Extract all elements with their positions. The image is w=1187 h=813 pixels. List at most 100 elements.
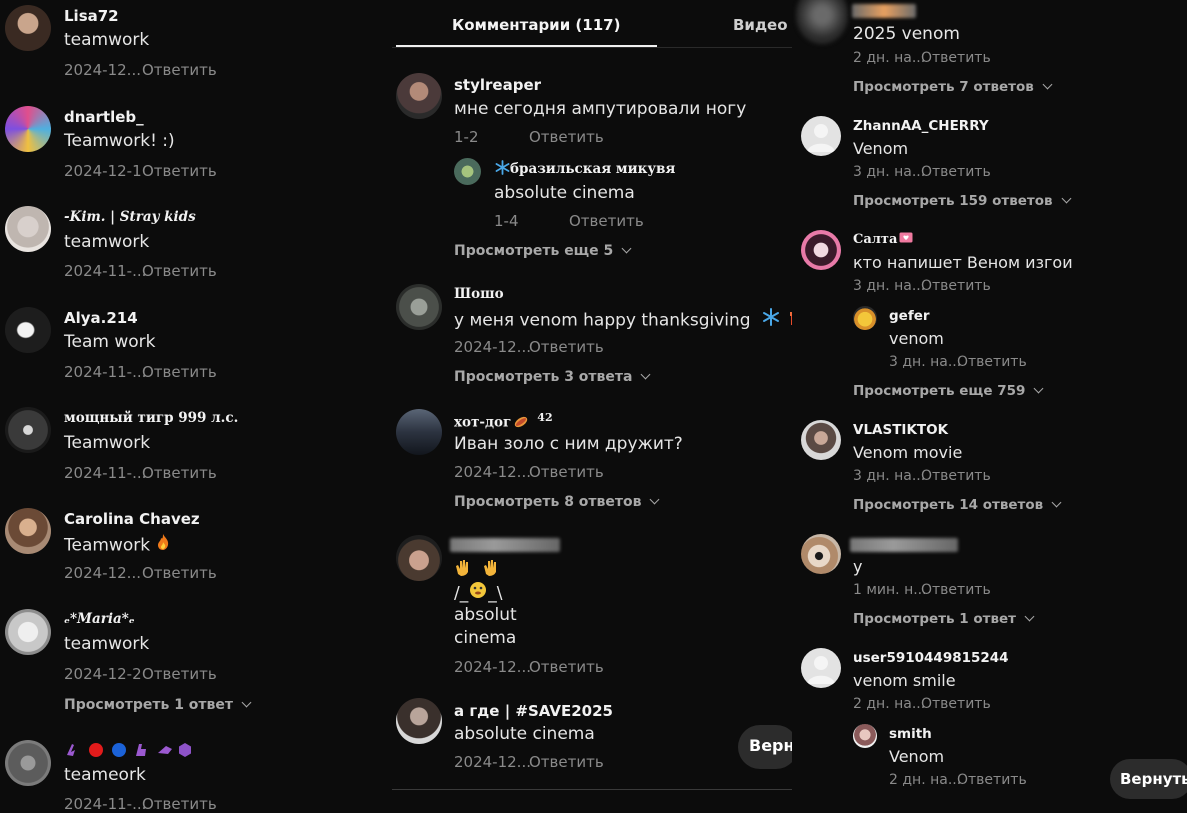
username[interactable]: Шошо: [454, 286, 504, 302]
comment-date: 3 дн. на...: [853, 278, 926, 294]
reply-button[interactable]: Ответить: [957, 772, 1027, 788]
tab-comments[interactable]: Комментарии (117): [452, 16, 620, 34]
comment-text: у меня venom happy thanksgiving: [454, 308, 792, 333]
username[interactable]: VLASTIKTOK: [853, 422, 948, 438]
username[interactable]: Салта: [853, 232, 913, 247]
comment-text: Venom movie: [853, 443, 963, 462]
reply-button[interactable]: Ответить: [957, 354, 1027, 370]
username[interactable]: ₑ*𝑴𝒂𝒓𝒊𝒂*ₑ: [64, 611, 135, 627]
emoji-username-icon: [67, 743, 191, 757]
avatar[interactable]: [801, 420, 841, 460]
view-replies-button[interactable]: Просмотреть 1 ответ: [853, 611, 1035, 627]
comment-date: 2024-12-1: [64, 162, 142, 180]
view-replies-label: Просмотреть 1 ответ: [64, 697, 234, 713]
reply-button[interactable]: Ответить: [142, 61, 217, 79]
username-text: Салта: [853, 232, 898, 247]
username[interactable]: Carolina Chavez: [64, 510, 200, 528]
username[interactable]: Lisa72: [64, 7, 119, 25]
view-more-replies-button[interactable]: Просмотреть еще 5: [454, 243, 632, 259]
avatar[interactable]: [396, 284, 442, 330]
reply-button[interactable]: Ответить: [529, 128, 604, 146]
hotdog-icon: [513, 414, 529, 432]
avatar[interactable]: [5, 508, 51, 554]
avatar[interactable]: [801, 116, 841, 156]
username[interactable]: smith: [889, 726, 932, 742]
avatar[interactable]: [5, 106, 51, 152]
reply-button[interactable]: Ответить: [529, 658, 604, 676]
avatar[interactable]: [853, 306, 877, 330]
reply-button[interactable]: Ответить: [142, 262, 217, 280]
avatar[interactable]: [5, 307, 51, 353]
username[interactable]: gefer: [889, 308, 930, 324]
reply-button[interactable]: Ответить: [529, 753, 604, 771]
reply-button[interactable]: Ответить: [921, 582, 991, 598]
comment-date: 2024-12...: [454, 338, 531, 356]
comment-text: venom: [889, 329, 944, 348]
avatar[interactable]: [5, 407, 51, 453]
reply-button[interactable]: Ответить: [921, 164, 991, 180]
reply-button[interactable]: Ответить: [142, 162, 217, 180]
avatar[interactable]: [796, 0, 848, 44]
reply-button[interactable]: Ответить: [921, 50, 991, 66]
reply-button[interactable]: Ответить: [921, 696, 991, 712]
reply-button[interactable]: Ответить: [142, 665, 217, 683]
username[interactable]: бразильская микувя: [495, 160, 675, 179]
snowflake-icon: [762, 308, 780, 333]
username[interactable]: мощный тигр 999 л.с.: [64, 410, 238, 426]
username[interactable]: user5910449815244: [853, 650, 1009, 666]
username[interactable]: stylreaper: [454, 76, 541, 94]
username[interactable]: а где | #SAVE2025: [454, 702, 613, 720]
view-replies-button[interactable]: Просмотреть 7 ответов: [853, 79, 1053, 95]
avatar[interactable]: [454, 158, 481, 185]
username[interactable]: Alya.214: [64, 309, 138, 327]
reply-button[interactable]: Ответить: [569, 212, 644, 230]
view-replies-button[interactable]: Просмотреть 1 ответ: [64, 697, 252, 713]
avatar[interactable]: [5, 609, 51, 655]
username[interactable]: хот-дог 42: [454, 411, 553, 432]
view-replies-button[interactable]: Просмотреть 8 ответов: [454, 494, 660, 510]
reply-button[interactable]: Ответить: [529, 463, 604, 481]
comment-date: 1-2: [454, 128, 479, 146]
reply-button[interactable]: Ответить: [142, 795, 217, 813]
comment-date: 2024-12-2: [64, 665, 142, 683]
reply-button[interactable]: Ответить: [142, 363, 217, 381]
avatar[interactable]: [801, 534, 841, 574]
avatar[interactable]: [396, 698, 442, 744]
username[interactable]: -𝑲𝒊𝒎. | 𝑺𝒕𝒓𝒂𝒚 𝒌𝒊𝒅𝒔: [64, 209, 196, 225]
username[interactable]: ZhannAA_CHERRY: [853, 118, 989, 134]
avatar[interactable]: [396, 535, 442, 581]
chevron-down-icon: [1024, 611, 1035, 622]
reply-button[interactable]: Ответить: [142, 564, 217, 582]
reply-button[interactable]: Ответить: [529, 338, 604, 356]
avatar[interactable]: [396, 73, 442, 119]
tab-videos[interactable]: Видео а: [733, 16, 792, 34]
active-tab-indicator: [396, 45, 657, 47]
view-replies-button[interactable]: Просмотреть 159 ответов: [853, 193, 1072, 209]
avatar[interactable]: [5, 5, 51, 51]
return-button[interactable]: Верн: [738, 725, 792, 769]
avatar[interactable]: [396, 409, 442, 455]
reply-button[interactable]: Ответить: [921, 468, 991, 484]
avatar[interactable]: [801, 648, 841, 688]
comment-text: мне сегодня ампутировали ногу: [454, 99, 747, 119]
username[interactable]: dnartleb_: [64, 108, 144, 126]
avatar[interactable]: [801, 230, 841, 270]
comment-date: 3 дн. на...: [853, 468, 926, 484]
avatar[interactable]: [5, 740, 51, 786]
avatar[interactable]: [5, 206, 51, 252]
view-replies-button[interactable]: Просмотреть 14 ответов: [853, 497, 1062, 513]
reply-button[interactable]: Ответить: [142, 464, 217, 482]
comment-date: 2 дн. на...: [853, 696, 926, 712]
reply-button[interactable]: Ответить: [921, 278, 991, 294]
fire-icon: [155, 533, 171, 558]
view-more-replies-button[interactable]: Просмотреть еще 759: [853, 383, 1044, 399]
username-emoji[interactable]: [64, 741, 194, 763]
comment-text-line: cinema: [454, 628, 517, 648]
comment-text: /_ _\: [454, 581, 502, 606]
return-button[interactable]: Вернуть: [1110, 759, 1187, 799]
comment-text: Teamwork! :): [64, 131, 175, 151]
view-replies-button[interactable]: Просмотреть 3 ответа: [454, 369, 651, 385]
view-replies-label: Просмотреть 14 ответов: [853, 497, 1044, 513]
comment-text: Venom: [853, 139, 909, 158]
avatar[interactable]: [853, 724, 877, 748]
